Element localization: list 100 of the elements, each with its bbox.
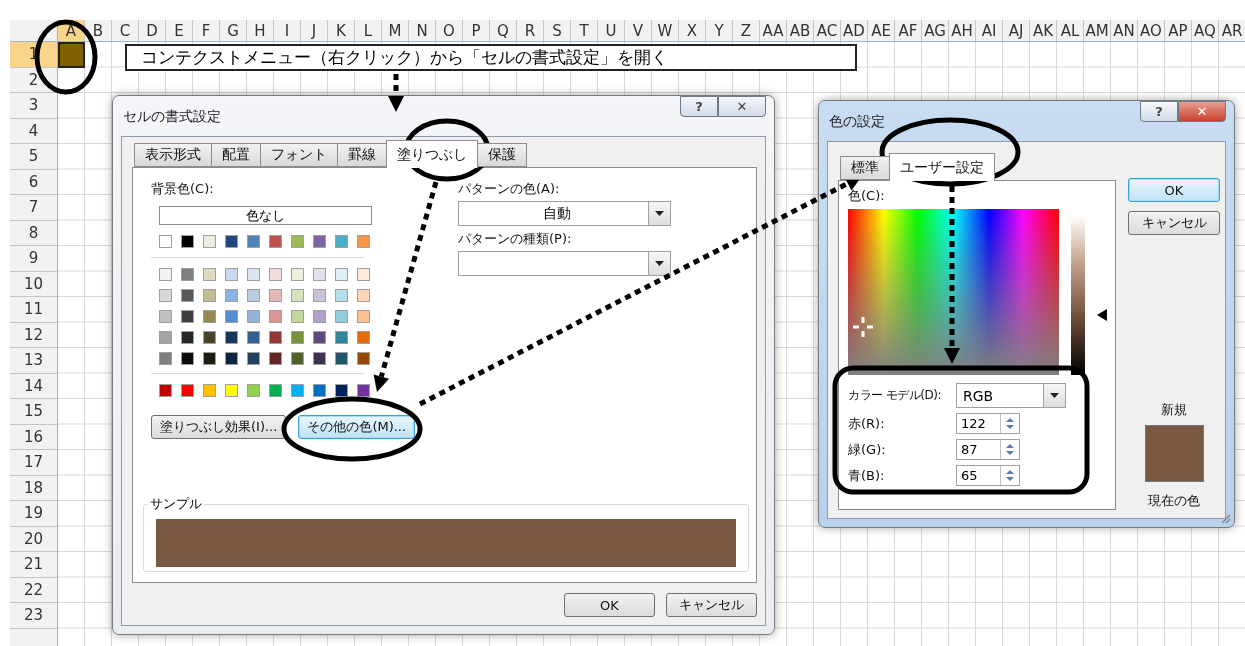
column-header[interactable]: AM — [1084, 20, 1111, 41]
column-header[interactable]: AD — [841, 20, 868, 41]
color-swatch[interactable] — [291, 352, 304, 365]
column-header[interactable]: AA — [760, 20, 787, 41]
color-swatch[interactable] — [291, 331, 304, 344]
tab[interactable]: フォント — [260, 143, 338, 167]
tab[interactable]: ユーザー設定 — [889, 153, 995, 181]
color-swatch[interactable] — [335, 384, 348, 397]
color-swatch[interactable] — [225, 310, 238, 323]
color-swatch[interactable] — [335, 310, 348, 323]
color-swatch[interactable] — [291, 310, 304, 323]
column-header[interactable]: AB — [787, 20, 814, 41]
help-button[interactable]: ? — [1140, 101, 1178, 122]
column-header[interactable]: AP — [1165, 20, 1192, 41]
color-swatch[interactable] — [181, 235, 194, 248]
color-swatch[interactable] — [181, 289, 194, 302]
ok-button[interactable]: OK — [1128, 178, 1220, 202]
luminance-bar[interactable] — [1071, 215, 1086, 375]
tab[interactable]: 配置 — [211, 143, 261, 167]
tab[interactable]: 塗りつぶし — [386, 140, 478, 168]
color-swatch[interactable] — [203, 310, 216, 323]
color-swatch[interactable] — [357, 289, 370, 302]
color-swatch[interactable] — [181, 268, 194, 281]
color-swatch[interactable] — [225, 289, 238, 302]
tab[interactable]: 標準 — [840, 156, 890, 180]
column-header[interactable]: AE — [868, 20, 895, 41]
tab[interactable]: 保護 — [477, 143, 527, 167]
color-swatch[interactable] — [159, 352, 172, 365]
color-swatch[interactable] — [291, 268, 304, 281]
color-swatch[interactable] — [269, 352, 282, 365]
color-swatch[interactable] — [159, 331, 172, 344]
color-swatch[interactable] — [247, 352, 260, 365]
color-swatch[interactable] — [181, 331, 194, 344]
crosshair-icon[interactable] — [851, 315, 875, 339]
column-header[interactable]: AH — [949, 20, 976, 41]
color-swatch[interactable] — [335, 352, 348, 365]
tab[interactable]: 表示形式 — [134, 143, 212, 167]
color-swatch[interactable] — [313, 268, 326, 281]
color-swatch[interactable] — [313, 352, 326, 365]
color-swatch[interactable] — [335, 235, 348, 248]
color-swatch[interactable] — [247, 235, 260, 248]
color-swatch[interactable] — [203, 331, 216, 344]
color-swatch[interactable] — [181, 310, 194, 323]
more-colors-button[interactable]: その他の色(M)... — [298, 415, 416, 439]
column-header[interactable]: AF — [895, 20, 922, 41]
color-swatch[interactable] — [203, 235, 216, 248]
color-swatch[interactable] — [357, 331, 370, 344]
selected-cell[interactable] — [58, 42, 85, 68]
color-swatch[interactable] — [181, 384, 194, 397]
color-swatch[interactable] — [357, 352, 370, 365]
color-swatch[interactable] — [203, 384, 216, 397]
color-swatch[interactable] — [247, 384, 260, 397]
color-swatch[interactable] — [357, 310, 370, 323]
color-swatch[interactable] — [335, 331, 348, 344]
color-swatch[interactable] — [159, 310, 172, 323]
number-field[interactable]: 87 — [956, 439, 1020, 460]
dropdown[interactable]: RGB — [956, 383, 1066, 408]
color-swatch[interactable] — [225, 384, 238, 397]
resize-grip-icon[interactable] — [1219, 512, 1231, 524]
color-swatch[interactable] — [159, 384, 172, 397]
color-swatch[interactable] — [335, 289, 348, 302]
color-swatch[interactable] — [247, 289, 260, 302]
color-swatch[interactable] — [181, 352, 194, 365]
close-button[interactable]: ✕ — [718, 96, 766, 117]
column-header[interactable]: AN — [1111, 20, 1138, 41]
cancel-button[interactable]: キャンセル — [666, 593, 757, 617]
color-swatch[interactable] — [357, 235, 370, 248]
color-swatch[interactable] — [313, 384, 326, 397]
column-header[interactable]: AK — [1030, 20, 1057, 41]
color-swatch[interactable] — [203, 289, 216, 302]
color-swatch[interactable] — [313, 289, 326, 302]
number-field[interactable]: 122 — [956, 413, 1020, 434]
color-swatch[interactable] — [159, 268, 172, 281]
color-swatch[interactable] — [269, 384, 282, 397]
color-swatch[interactable] — [269, 289, 282, 302]
slider-marker-icon[interactable] — [1097, 309, 1107, 321]
column-header[interactable]: AO — [1138, 20, 1165, 41]
color-swatch[interactable] — [291, 235, 304, 248]
color-swatch[interactable] — [159, 289, 172, 302]
color-spectrum[interactable] — [848, 209, 1060, 375]
color-swatch[interactable] — [335, 268, 348, 281]
cancel-button[interactable]: キャンセル — [1128, 211, 1220, 235]
column-header[interactable]: AQ — [1192, 20, 1219, 41]
fill-effects-button[interactable]: 塗りつぶし効果(I)... — [151, 415, 287, 439]
color-swatch[interactable] — [225, 331, 238, 344]
color-swatch[interactable] — [225, 268, 238, 281]
tab[interactable]: 罫線 — [337, 143, 387, 167]
color-swatch[interactable] — [225, 352, 238, 365]
color-swatch[interactable] — [357, 384, 370, 397]
color-swatch[interactable] — [357, 268, 370, 281]
color-swatch[interactable] — [269, 310, 282, 323]
color-swatch[interactable] — [313, 331, 326, 344]
color-swatch[interactable] — [203, 268, 216, 281]
color-swatch[interactable] — [269, 331, 282, 344]
no-color-button[interactable]: 色なし — [159, 206, 372, 225]
column-header[interactable]: AG — [922, 20, 949, 41]
color-swatch[interactable] — [269, 268, 282, 281]
dropdown[interactable]: 自動 — [458, 201, 671, 226]
ok-button[interactable]: OK — [564, 593, 655, 617]
color-swatch[interactable] — [291, 289, 304, 302]
